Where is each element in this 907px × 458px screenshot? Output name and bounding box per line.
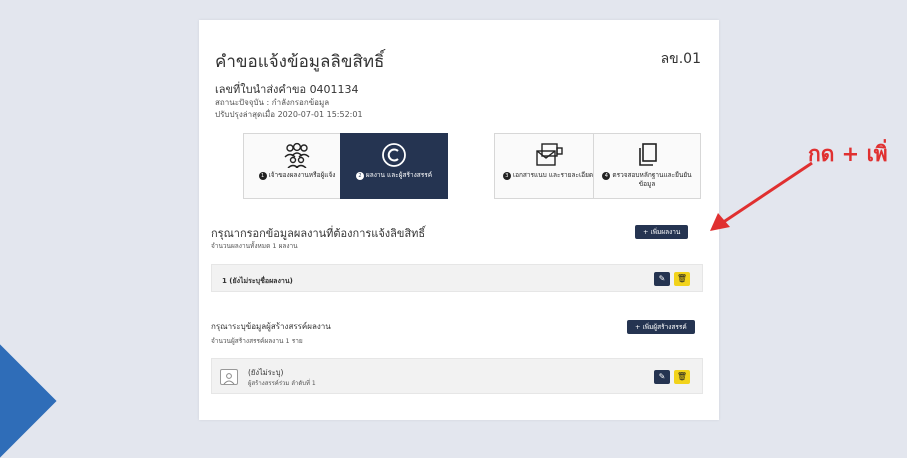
edit-button[interactable]: ✎ <box>654 272 670 286</box>
add-creator-button[interactable]: + เพิ่มผู้สร้างสรรค์ <box>627 320 695 334</box>
step-number: 1 <box>258 172 267 180</box>
step-label: ผลงาน และผู้สร้างสรรค์ <box>365 171 433 179</box>
step-owner[interactable]: 1 เจ้าของผลงานหรือผู้แจ้ง <box>243 133 351 199</box>
corner-decoration <box>0 344 57 458</box>
creators-section-title: กรุณาระบุข้อมูลผู้สร้างสรรค์ผลงาน <box>211 322 331 331</box>
works-section-title: กรุณากรอกข้อมูลผลงานที่ต้องการแจ้งลิขสิท… <box>211 227 426 240</box>
step-documents[interactable]: 3 เอกสารแนบ และรายละเอียด <box>494 133 602 199</box>
step-works[interactable]: 2 ผลงาน และผู้สร้างสรรค์ <box>340 133 448 199</box>
trash-icon: 🗑 <box>676 372 688 381</box>
people-icon <box>284 142 310 168</box>
works-count: จำนวนผลงานทั้งหมด 1 ผลงาน <box>211 242 298 250</box>
avatar <box>220 369 238 385</box>
step-number: 4 <box>602 172 611 180</box>
delete-button[interactable]: 🗑 <box>674 370 690 384</box>
step-number: 2 <box>355 172 364 180</box>
form-card: คำขอแจ้งข้อมูลลิขสิทธิ์ ลข.01 เลขที่ใบนำ… <box>199 20 719 420</box>
documents-icon <box>536 143 563 166</box>
step-label: ตรวจสอบหลักฐานและยืนยันข้อมูล <box>612 171 692 188</box>
step-confirm[interactable]: 4 ตรวจสอบหลักฐานและยืนยันข้อมูล <box>593 133 701 199</box>
creators-count: จำนวนผู้สร้างสรรค์ผลงาน 1 ราย <box>211 337 303 345</box>
page-title: คำขอแจ้งข้อมูลลิขสิทธิ์ <box>215 52 385 72</box>
form-code: ลข.01 <box>660 51 701 67</box>
step-label: เอกสารแนบ และรายละเอียด <box>512 171 594 179</box>
add-work-button[interactable]: + เพิ่มผลงาน <box>635 225 689 239</box>
copy-icon <box>639 143 657 166</box>
creator-meta: ผู้สร้างสรรค์ร่วม ลำดับที่ 1 <box>248 380 316 387</box>
list-item: 1 (ยังไม่ระบุชื่อผลงาน) ✎ 🗑 <box>211 264 703 292</box>
delete-button[interactable]: 🗑 <box>674 272 690 286</box>
step-number: 3 <box>502 172 511 180</box>
pencil-icon: ✎ <box>658 274 666 283</box>
trash-icon: 🗑 <box>676 274 688 283</box>
pencil-icon: ✎ <box>658 372 666 381</box>
copyright-icon <box>382 143 406 167</box>
step-label: เจ้าของผลงานหรือผู้แจ้ง <box>268 171 336 179</box>
edit-button[interactable]: ✎ <box>654 370 670 384</box>
list-item: (ยังไม่ระบุ) ผู้สร้างสรรค์ร่วม ลำดับที่ … <box>211 358 703 394</box>
user-icon <box>223 373 235 385</box>
updated-timestamp: ปรับปรุงล่าสุดเมื่อ 2020-07-01 15:52:01 <box>215 110 363 119</box>
annotation-text: กด + เพิ่ <box>808 142 888 166</box>
annotation-arrow-icon <box>710 161 813 231</box>
work-item-title: 1 (ยังไม่ระบุชื่อผลงาน) <box>222 277 293 285</box>
